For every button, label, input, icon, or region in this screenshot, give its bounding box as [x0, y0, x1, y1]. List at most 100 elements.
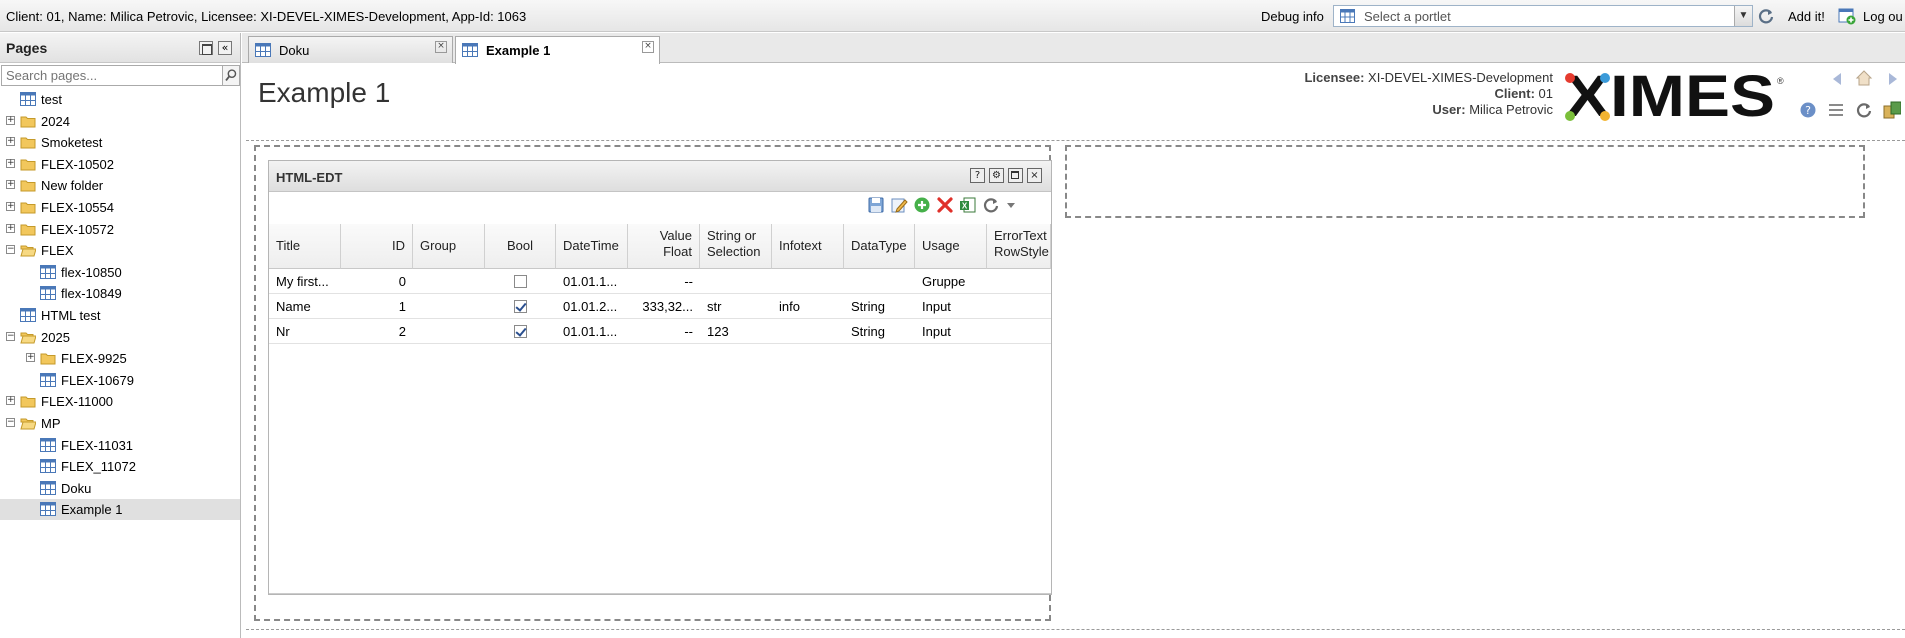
- expand-icon[interactable]: +: [6, 115, 15, 125]
- add-portlet-icon[interactable]: [1838, 7, 1856, 25]
- cell-id[interactable]: 1: [341, 294, 413, 319]
- tree-item[interactable]: flex-10850: [0, 262, 240, 283]
- debug-info-link[interactable]: Debug info: [1261, 9, 1324, 24]
- cell-group[interactable]: [413, 269, 485, 294]
- tree-item[interactable]: + New folder: [0, 175, 240, 196]
- cell-usage[interactable]: Input: [915, 319, 987, 344]
- column-header[interactable]: String or Selection: [700, 224, 772, 269]
- refresh-icon[interactable]: [1757, 7, 1775, 25]
- expand-icon[interactable]: +: [6, 158, 15, 168]
- tree-item[interactable]: + FLEX-9925: [0, 348, 240, 369]
- cell-datatype[interactable]: [844, 269, 915, 294]
- tree-item[interactable]: FLEX_11072: [0, 456, 240, 477]
- cell-value-float[interactable]: 333,32...: [628, 294, 700, 319]
- close-icon[interactable]: ×: [642, 41, 654, 53]
- help-icon[interactable]: ?: [1799, 101, 1817, 119]
- tree-item[interactable]: test: [0, 89, 240, 110]
- cell-usage[interactable]: Gruppe: [915, 269, 987, 294]
- cell-infotext[interactable]: [772, 269, 844, 294]
- cell-errortext[interactable]: [987, 294, 1051, 319]
- chevron-down-icon[interactable]: [1005, 196, 1017, 214]
- expand-icon[interactable]: +: [26, 353, 35, 363]
- cell-title[interactable]: Nr: [269, 319, 341, 344]
- add-it-label[interactable]: Add it!: [1788, 9, 1825, 24]
- tree-item[interactable]: − MP: [0, 413, 240, 434]
- column-header[interactable]: DateTime: [556, 224, 628, 269]
- expand-icon[interactable]: +: [6, 223, 15, 233]
- edit-icon[interactable]: [890, 196, 908, 214]
- tree-item[interactable]: FLEX-10679: [0, 370, 240, 391]
- cell-infotext[interactable]: info: [772, 294, 844, 319]
- menu-icon[interactable]: [1827, 101, 1845, 119]
- expand-icon[interactable]: +: [6, 137, 15, 147]
- tab-doku[interactable]: Doku ×: [248, 36, 453, 63]
- cell-datatype[interactable]: String: [844, 319, 915, 344]
- cell-title[interactable]: Name: [269, 294, 341, 319]
- tree-item[interactable]: + FLEX-11000: [0, 391, 240, 412]
- bool-checkbox[interactable]: [514, 275, 527, 288]
- home-icon[interactable]: [1855, 69, 1873, 87]
- chevron-down-icon[interactable]: ▼: [1734, 6, 1752, 26]
- bool-checkbox[interactable]: [514, 325, 527, 338]
- cell-id[interactable]: 2: [341, 319, 413, 344]
- portlet-settings-icon[interactable]: ⚙: [989, 168, 1004, 183]
- portlet-help-icon[interactable]: ?: [970, 168, 985, 183]
- table-row[interactable]: Name 1 01.01.2... 333,32... str info String Inp…: [269, 294, 1051, 319]
- cell-infotext[interactable]: [772, 319, 844, 344]
- column-header[interactable]: Title: [269, 224, 341, 269]
- tree-item[interactable]: HTML test: [0, 305, 240, 326]
- expand-icon[interactable]: +: [6, 396, 15, 406]
- cell-usage[interactable]: Input: [915, 294, 987, 319]
- table-row[interactable]: My first... 0 01.01.1... -- Gruppe: [269, 269, 1051, 294]
- collapse-icon[interactable]: −: [6, 418, 15, 427]
- collapse-icon[interactable]: −: [6, 331, 15, 341]
- search-input[interactable]: [1, 65, 223, 86]
- portlet-close-icon[interactable]: ×: [1027, 168, 1042, 183]
- collapse-icon[interactable]: −: [6, 245, 15, 255]
- cell-group[interactable]: [413, 319, 485, 344]
- column-header[interactable]: Usage: [915, 224, 987, 269]
- cell-string[interactable]: 123: [700, 319, 772, 344]
- tree-item[interactable]: + Smoketest: [0, 132, 240, 153]
- table-row[interactable]: Nr 2 01.01.1... -- 123 String Input: [269, 319, 1051, 344]
- tree-item[interactable]: + FLEX-10554: [0, 197, 240, 218]
- column-header[interactable]: Bool: [485, 224, 556, 269]
- logout-link[interactable]: Log ou: [1863, 9, 1903, 24]
- collapse-sidebar-icon[interactable]: «: [218, 41, 232, 55]
- cell-errortext[interactable]: [987, 319, 1051, 344]
- tree-item[interactable]: − FLEX: [0, 240, 240, 261]
- expand-icon[interactable]: +: [6, 202, 15, 211]
- cell-value-float[interactable]: --: [628, 319, 700, 344]
- cell-string[interactable]: [700, 269, 772, 294]
- refresh-grid-icon[interactable]: [982, 196, 1000, 214]
- search-icon[interactable]: [223, 65, 240, 86]
- portlet-maximize-icon[interactable]: [1008, 168, 1023, 183]
- reload-icon[interactable]: [1855, 101, 1873, 119]
- tree-item[interactable]: + FLEX-10572: [0, 219, 240, 240]
- column-header[interactable]: ID: [341, 224, 413, 269]
- cell-datatype[interactable]: String: [844, 294, 915, 319]
- cell-datetime[interactable]: 01.01.1...: [556, 269, 628, 294]
- cell-id[interactable]: 0: [341, 269, 413, 294]
- portlet-manager-icon[interactable]: [1883, 101, 1901, 119]
- maximize-icon[interactable]: [199, 41, 213, 55]
- save-icon[interactable]: [867, 196, 885, 214]
- forward-arrow-icon[interactable]: [1884, 70, 1902, 88]
- bool-checkbox[interactable]: [514, 300, 527, 313]
- tree-item[interactable]: FLEX-11031: [0, 435, 240, 456]
- column-header[interactable]: ErrorText RowStyle: [987, 224, 1051, 269]
- tree-item[interactable]: Doku: [0, 478, 240, 499]
- column-header[interactable]: Infotext: [772, 224, 844, 269]
- cell-title[interactable]: My first...: [269, 269, 341, 294]
- tree-item[interactable]: Example 1: [0, 499, 240, 521]
- expand-icon[interactable]: +: [6, 180, 15, 190]
- cell-value-float[interactable]: --: [628, 269, 700, 294]
- add-row-icon[interactable]: [913, 196, 931, 214]
- tree-item[interactable]: + FLEX-10502: [0, 154, 240, 175]
- column-header[interactable]: Value Float: [628, 224, 700, 269]
- column-header[interactable]: DataType: [844, 224, 915, 269]
- tree-item[interactable]: − 2025: [0, 327, 240, 348]
- cell-datetime[interactable]: 01.01.1...: [556, 319, 628, 344]
- cell-group[interactable]: [413, 294, 485, 319]
- cell-errortext[interactable]: [987, 269, 1051, 294]
